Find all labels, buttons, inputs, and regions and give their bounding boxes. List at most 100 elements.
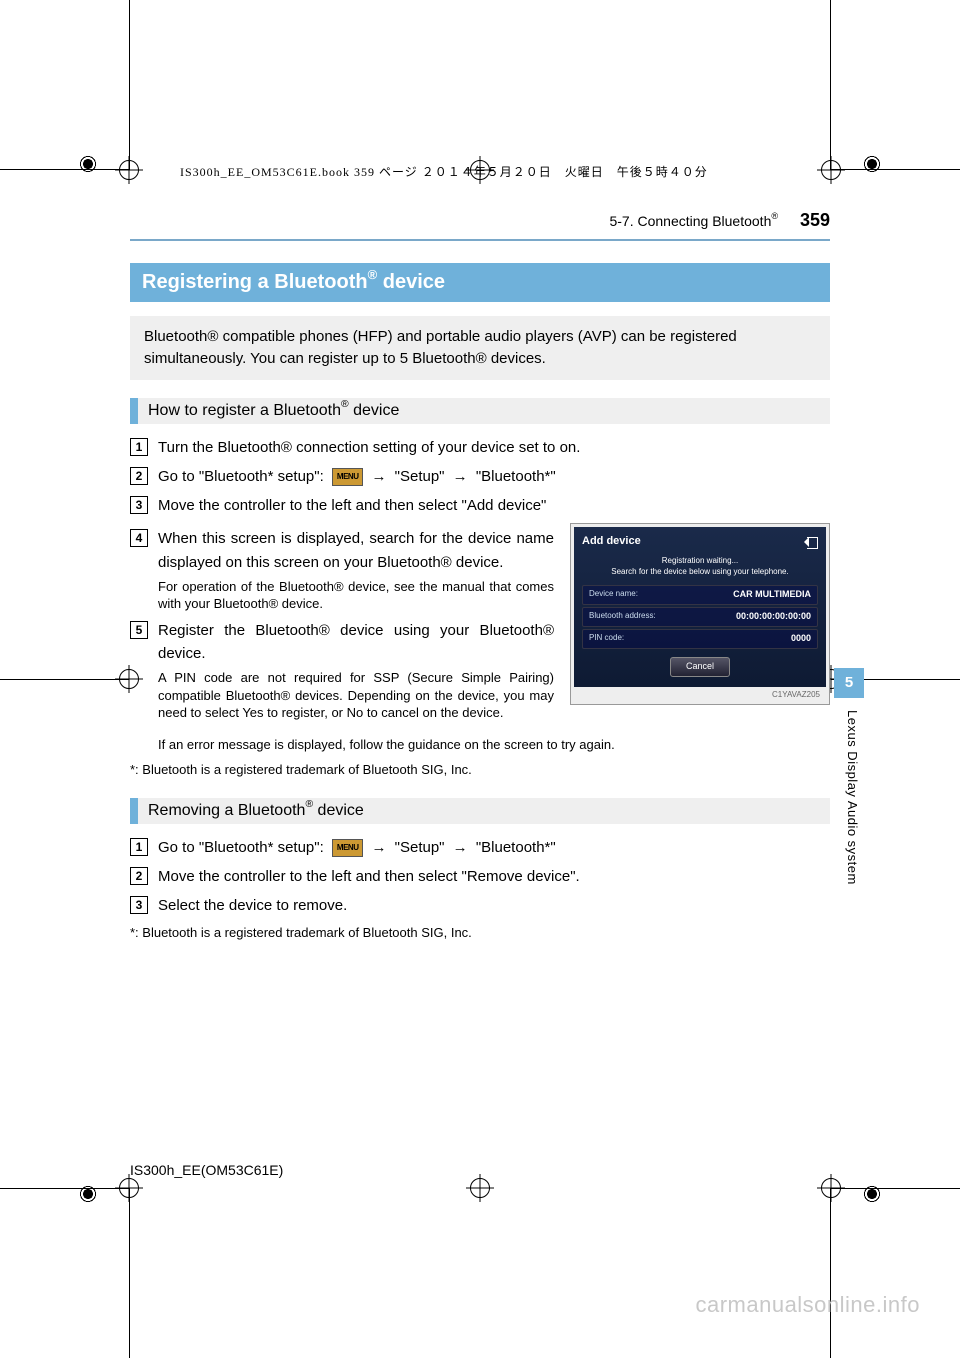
device-row-label: Bluetooth address:	[589, 610, 656, 624]
heading-text: How to register a Bluetooth	[148, 402, 341, 419]
step-number: 4	[130, 529, 148, 547]
reg-mark: ®	[368, 267, 378, 282]
print-header-note: IS300h_EE_OM53C61E.book 359 ページ ２０１４年５月２…	[180, 163, 708, 180]
step-note: A PIN code are not required for SSP (Sec…	[158, 669, 554, 722]
header-rule	[130, 239, 830, 241]
device-row-value: 00:00:00:00:00:00	[736, 610, 811, 624]
step-5: 5 Register the Bluetooth® device using y…	[130, 619, 554, 722]
arrow-icon: →	[371, 839, 386, 856]
step-3: 3 Select the device to remove.	[130, 894, 830, 917]
step-main: Register the Bluetooth® device using you…	[158, 619, 554, 666]
crop-line	[831, 169, 960, 170]
step-text-part: "Bluetooth*"	[472, 468, 556, 485]
vertical-section-label: Lexus Display Audio system	[845, 710, 860, 885]
crop-line	[0, 679, 129, 680]
menu-button-icon: MENU	[332, 468, 364, 486]
step-number: 2	[130, 867, 148, 885]
watermark: carmanualsonline.info	[695, 1292, 920, 1318]
device-caption: C1YAVAZ205	[574, 687, 826, 701]
device-row-label: Device name:	[589, 588, 638, 602]
device-message-line: Search for the device below using your t…	[582, 567, 818, 577]
step-2: 2 Go to "Bluetooth* setup": MENU → "Setup…	[130, 465, 830, 488]
step-number: 5	[130, 621, 148, 639]
device-cancel-button: Cancel	[670, 657, 730, 677]
menu-button-icon: MENU	[332, 839, 364, 857]
page-number: 359	[800, 210, 830, 230]
step-text: Move the controller to the left and then…	[158, 865, 830, 888]
title-prefix: Registering a Bluetooth	[142, 271, 368, 293]
step-number: 3	[130, 496, 148, 514]
step-text: Go to "Bluetooth* setup": MENU→ "Setup" …	[158, 465, 830, 488]
device-title: Add device	[582, 533, 641, 550]
footnote: *: Bluetooth is a registered trademark o…	[130, 923, 830, 943]
step-text: Register the Bluetooth® device using you…	[158, 619, 554, 722]
device-row-label: PIN code:	[589, 632, 624, 646]
steps-remove: 1 Go to "Bluetooth* setup": MENU → "Setup…	[130, 836, 830, 944]
device-message: Registration waiting... Search for the d…	[582, 556, 818, 577]
crop-line	[830, 0, 831, 170]
content-area: 5-7. Connecting Bluetooth® 359 Registeri…	[130, 210, 830, 1178]
crop-line	[831, 1188, 960, 1189]
steps-register: 1 Turn the Bluetooth® connection setting…	[130, 436, 830, 780]
device-row: Bluetooth address: 00:00:00:00:00:00	[582, 607, 818, 627]
device-screenshot-col: Add device Registration waiting... Searc…	[570, 523, 830, 705]
section-heading-register: How to register a Bluetooth® device	[130, 398, 830, 424]
device-row: PIN code: 0000	[582, 629, 818, 649]
register-mark	[78, 1184, 98, 1204]
step-text: Select the device to remove.	[158, 894, 830, 917]
step-number: 1	[130, 438, 148, 456]
step-number: 2	[130, 467, 148, 485]
register-mark	[78, 154, 98, 174]
device-row: Device name: CAR MULTIMEDIA	[582, 585, 818, 605]
manual-id: IS300h_EE(OM53C61E)	[130, 1162, 283, 1178]
reg-mark: ®	[341, 399, 349, 410]
step-text-part: "Setup"	[390, 468, 448, 485]
back-icon	[804, 537, 818, 547]
step-with-image: 4 When this screen is displayed, search …	[130, 523, 830, 728]
reg-mark: ®	[771, 211, 778, 221]
device-screenshot: Add device Registration waiting... Searc…	[570, 523, 830, 705]
device-row-value: CAR MULTIMEDIA	[733, 588, 811, 602]
step-number: 1	[130, 838, 148, 856]
heading-text: Removing a Bluetooth	[148, 802, 305, 819]
reg-mark: ®	[305, 799, 313, 810]
arrow-icon: →	[453, 468, 468, 485]
device-screen: Add device Registration waiting... Searc…	[574, 527, 826, 687]
heading-text: device	[313, 802, 364, 819]
step-text-part: Go to "Bluetooth* setup":	[158, 468, 328, 485]
step-3: 3 Move the controller to the left and th…	[130, 494, 830, 517]
device-row-value: 0000	[791, 632, 811, 646]
step-4: 4 When this screen is displayed, search …	[130, 527, 554, 613]
crop-line	[129, 1188, 130, 1358]
crop-line	[129, 0, 130, 170]
device-message-line: Registration waiting...	[582, 556, 818, 566]
section-heading-remove: Removing a Bluetooth® device	[130, 798, 830, 824]
lead-paragraph: Bluetooth® compatible phones (HFP) and p…	[130, 316, 830, 380]
register-mark	[862, 154, 882, 174]
step-text: Move the controller to the left and then…	[158, 494, 830, 517]
step-text-part: "Bluetooth*"	[472, 839, 556, 856]
step-text-part: Go to "Bluetooth* setup":	[158, 839, 328, 856]
steps-left-col: 4 When this screen is displayed, search …	[130, 523, 554, 728]
register-cross	[466, 1174, 494, 1202]
title-suffix: device	[377, 271, 445, 293]
crop-line	[0, 169, 129, 170]
step-2: 2 Move the controller to the left and th…	[130, 865, 830, 888]
step-text: When this screen is displayed, search fo…	[158, 527, 554, 613]
step-1: 1 Go to "Bluetooth* setup": MENU → "Setup…	[130, 836, 830, 859]
step-text: Go to "Bluetooth* setup": MENU→ "Setup" …	[158, 836, 830, 859]
crop-line	[0, 1188, 129, 1189]
step-main: When this screen is displayed, search fo…	[158, 527, 554, 574]
step-1: 1 Turn the Bluetooth® connection setting…	[130, 436, 830, 459]
step-note: For operation of the Bluetooth® device, …	[158, 578, 554, 613]
step-number: 3	[130, 896, 148, 914]
step-text-part: "Setup"	[390, 839, 448, 856]
running-head: 5-7. Connecting Bluetooth® 359	[130, 210, 830, 237]
arrow-icon: →	[453, 839, 468, 856]
step-text: Turn the Bluetooth® connection setting o…	[158, 436, 830, 459]
page-title: Registering a Bluetooth® device	[130, 263, 830, 302]
section-label: 5-7. Connecting Bluetooth	[609, 213, 771, 229]
page: IS300h_EE_OM53C61E.book 359 ページ ２０１４年５月２…	[0, 0, 960, 1358]
register-cross	[817, 156, 845, 184]
footnote: *: Bluetooth is a registered trademark o…	[130, 760, 830, 780]
